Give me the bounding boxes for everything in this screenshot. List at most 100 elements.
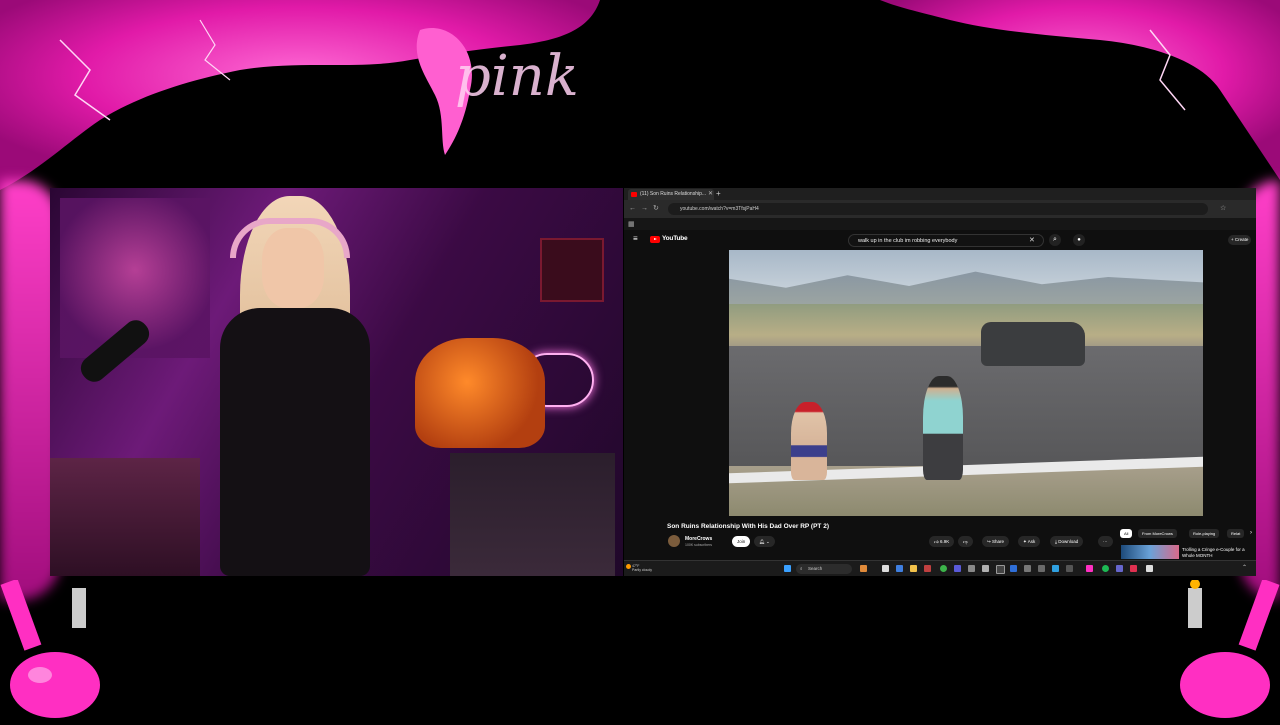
chip-label: Role-playing [1193,531,1216,536]
more-actions-button[interactable]: ⋯ [1098,536,1113,547]
clear-search-icon[interactable]: ✕ [1029,236,1035,244]
app-icon-5[interactable] [924,565,931,572]
url-text: youtube.com/watch?v=m3TfsjPaH4 [680,206,759,212]
reload-icon[interactable]: ↻ [653,203,659,215]
chip-related[interactable]: Relat [1227,529,1245,538]
app-icon-8[interactable] [968,565,975,572]
left-bong-icon [0,578,110,720]
ask-label: Ask [1027,539,1036,544]
app-icon-19[interactable] [1130,565,1137,572]
recommended-title[interactable]: Trolling a Cringe e-Couple for a Whole M… [1182,547,1252,559]
download-button[interactable]: ⤓ Download [1050,536,1084,547]
join-button[interactable]: Join [732,536,751,547]
screen-share: (11) Son Ruins Relationship... ✕ + ← → ↻… [624,188,1256,576]
ask-button[interactable]: ✦ Ask [1018,536,1041,547]
join-label: Join [737,539,746,544]
dislike-button[interactable]: 👎︎ [958,536,973,547]
download-label: Download [1058,539,1079,544]
browser-tab[interactable]: (11) Son Ruins Relationship... ✕ [628,189,714,200]
share-button[interactable]: ↪ Share [982,536,1010,547]
search-input[interactable]: walk up in the club im robbing everybody… [848,234,1044,247]
app-icon-9[interactable] [982,565,989,572]
right-bong-icon [1170,578,1280,720]
chrome-icon[interactable] [940,565,947,572]
app-icon-11[interactable] [1010,565,1017,572]
address-bar: ← → ↻ youtube.com/watch?v=m3TfsjPaH4 ☆ [624,200,1256,218]
wall-poster [540,238,604,302]
notifications-button[interactable]: 🔔︎ ⌄ [754,536,775,547]
weather-widget[interactable]: 47°F Partly cloudy [632,564,652,572]
suv [981,322,1085,366]
menu-icon[interactable]: ≡ [633,234,638,243]
channel-name[interactable]: MoreCrows [685,536,712,542]
windows-taskbar: 47°F Partly cloudy ⌕ Search ⌃ [624,560,1256,576]
weather-desc: Partly cloudy [632,568,653,572]
share-icon: ↪ [987,539,991,544]
back-icon[interactable]: ← [629,203,636,215]
app-icon-1[interactable] [860,565,867,572]
stream-overlay-frame: pink [0,0,1280,190]
bookmark-star-icon[interactable]: ☆ [1220,203,1226,215]
apps-grid-icon[interactable]: ▦ [628,220,635,228]
thumbs-up-icon: 👍︎ [934,539,939,544]
app-icon-16[interactable] [1086,565,1093,572]
webcam-feed [50,188,623,576]
app-icon-20[interactable] [1146,565,1153,572]
taskbar-search[interactable]: ⌕ Search [796,564,852,574]
share-label: Share [992,539,1005,544]
search-query: walk up in the club im robbing everybody [858,238,958,244]
like-button[interactable]: 👍︎ 6.9K [929,536,955,547]
weather-icon [626,564,631,569]
plush-toys [415,338,545,448]
search-icon[interactable]: ⌕ [1049,234,1061,246]
app-icon-3[interactable] [896,565,903,572]
file-explorer-icon[interactable] [910,565,917,572]
chip-label: All [1124,531,1129,536]
browser-tab-bar: (11) Son Ruins Relationship... ✕ + [624,188,1256,200]
couch [50,458,200,576]
app-icon-18[interactable] [1116,565,1123,572]
close-tab-icon[interactable]: ✕ [708,189,713,200]
download-icon: ⤓ [1055,539,1057,544]
spotify-icon[interactable] [1102,565,1109,572]
windows-start-icon[interactable] [784,565,791,572]
new-tab-icon[interactable]: + [716,189,721,199]
funko-shelf [450,453,615,576]
overlay-logo: pink [455,44,579,109]
chip-role-playing[interactable]: Role-playing [1189,529,1220,538]
forward-icon[interactable]: → [641,203,648,215]
bell-icon: 🔔︎ [759,539,765,544]
recommended-thumbnail[interactable] [1121,545,1179,559]
video-title: Son Ruins Relationship With His Dad Over… [667,523,829,530]
app-icon-10[interactable] [996,565,1005,574]
app-icon-2[interactable] [882,565,889,572]
create-label: Create [1234,237,1249,242]
tab-title: (11) Son Ruins Relationship... [640,191,707,197]
microphone-icon[interactable]: ● [1073,234,1085,246]
chip-label: Relat [1231,531,1241,536]
create-button[interactable]: + Create [1228,235,1252,245]
youtube-logo-icon[interactable] [650,236,660,243]
app-icon-14[interactable] [1052,565,1059,572]
channel-avatar[interactable] [668,535,680,547]
app-icon-15[interactable] [1066,565,1073,572]
character-woman [791,402,827,480]
app-icon-7[interactable] [954,565,961,572]
chip-from-channel[interactable]: From MoreCrows [1138,529,1177,538]
chevron-right-icon[interactable]: › [1250,529,1252,538]
youtube-brand[interactable]: YouTube [662,235,688,242]
chevron-down-icon: ⌄ [765,539,770,544]
bookmarks-bar: ▦ [624,218,1256,230]
app-icon-13[interactable] [1038,565,1045,572]
taskbar-search-label: Search [808,566,823,571]
chip-all[interactable]: All [1120,529,1133,538]
video-player[interactable] [729,250,1203,516]
app-icon-12[interactable] [1024,565,1031,572]
url-field[interactable]: youtube.com/watch?v=m3TfsjPaH4 [668,203,1208,215]
chevron-up-icon[interactable]: ⌃ [1242,564,1247,571]
pink-smoke-border: pink [0,0,1280,190]
subscriber-count: 100K subscribers [685,543,713,547]
like-count: 6.9K [939,539,950,544]
character-man [923,376,963,480]
mountains [729,271,1203,304]
